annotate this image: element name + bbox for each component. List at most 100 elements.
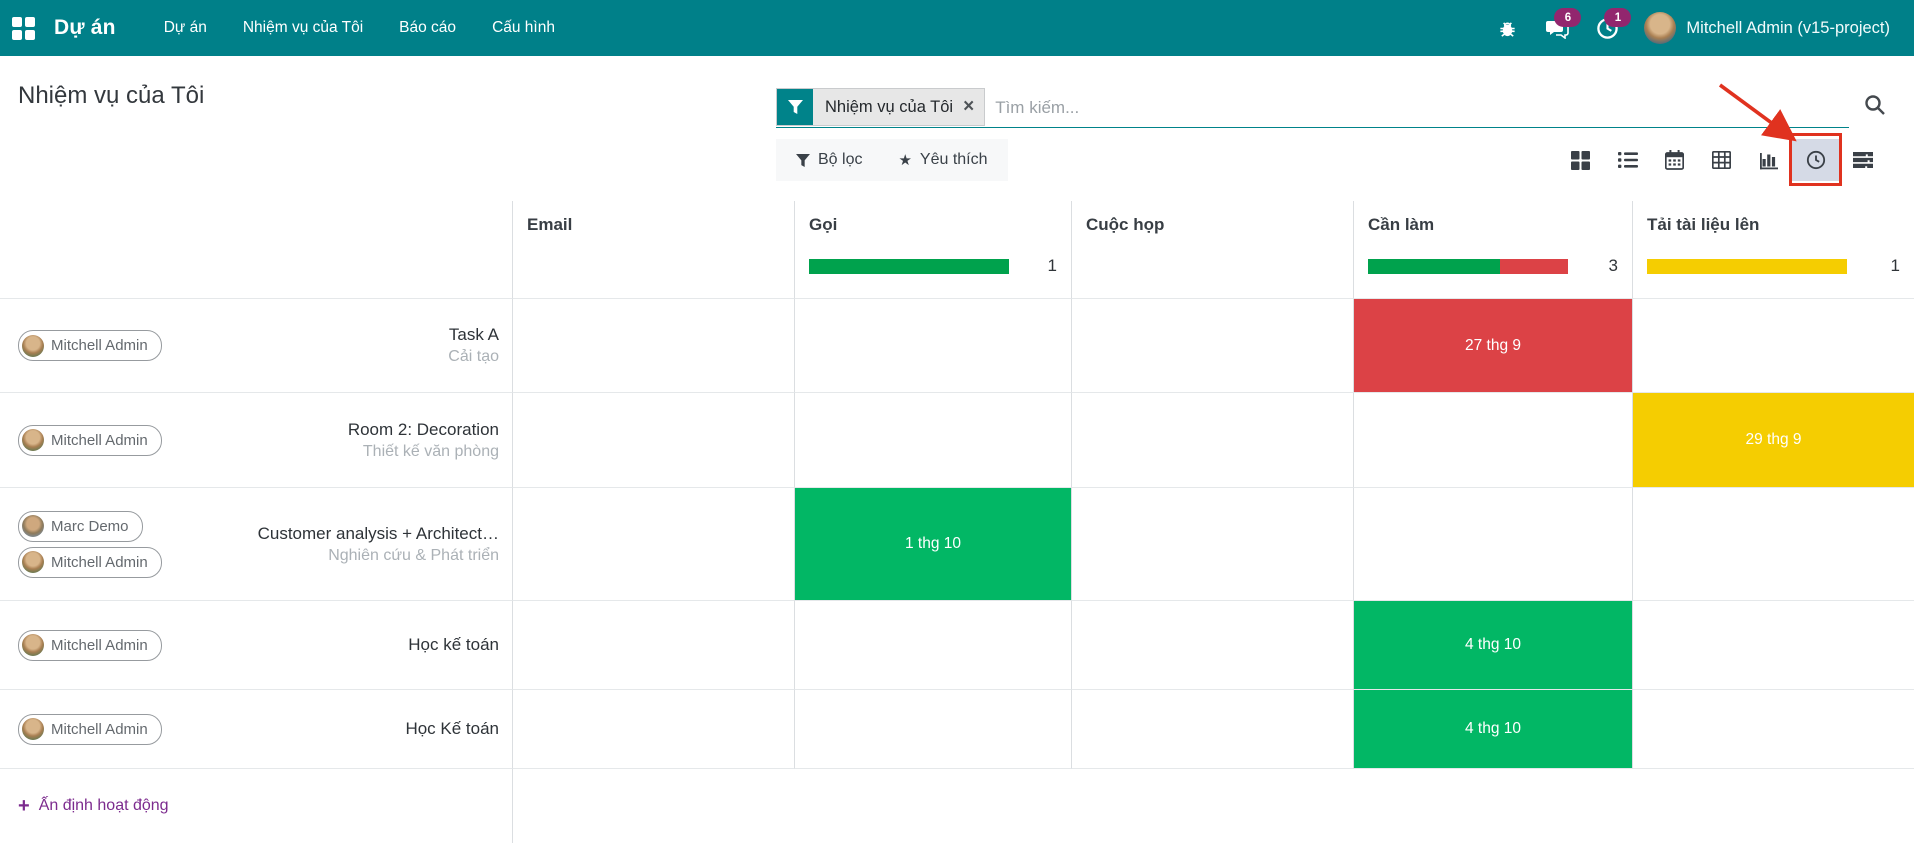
debug-bug-icon[interactable]: [1494, 15, 1520, 41]
schedule-activity-button[interactable]: + Ấn định hoạt động: [18, 796, 169, 816]
menu-item-my-tasks[interactable]: Nhiệm vụ của Tôi: [225, 0, 381, 56]
control-panel: Nhiệm vụ của Tôi Nhiệm vụ của Tôi × Bộ l…: [0, 56, 1914, 201]
pivot-view-button[interactable]: [1698, 139, 1745, 181]
activity-cell-empty: [1354, 393, 1633, 488]
top-navbar: Dự án Dự án Nhiệm vụ của Tôi Báo cáo Cấu…: [0, 0, 1914, 56]
activity-cell-empty: [513, 601, 795, 690]
activity-cell-empty: [1072, 488, 1354, 601]
app-window: Dự án Dự án Nhiệm vụ của Tôi Báo cáo Cấu…: [0, 0, 1914, 843]
page-title: Nhiệm vụ của Tôi: [18, 82, 204, 110]
calendar-icon: [1665, 150, 1684, 170]
column-header-upload: Tải tài liệu lên 1: [1633, 201, 1914, 299]
assignee-avatar: [22, 515, 44, 537]
schedule-activity-label: Ấn định hoạt động: [39, 797, 169, 815]
activity-cell-empty: [1633, 690, 1914, 769]
filter-toolbar: Bộ lọc ★ Yêu thích: [776, 139, 1008, 181]
count-upload: 1: [1883, 256, 1900, 276]
favorites-button[interactable]: ★ Yêu thích: [884, 139, 1001, 181]
assignee-pill: Mitchell Admin: [18, 714, 162, 745]
activity-cell-empty: [795, 690, 1072, 769]
task-title[interactable]: Customer analysis + Architect…: [258, 524, 499, 544]
assignee-pill: Marc Demo: [18, 511, 143, 542]
user-menu[interactable]: Mitchell Admin (v15-project): [1644, 12, 1890, 44]
favorites-button-label: Yêu thích: [920, 151, 988, 169]
progress-bar-todo: [1368, 259, 1568, 274]
filter-facet-icon: [777, 89, 813, 125]
activity-date-planned[interactable]: 4 thg 10: [1354, 690, 1632, 768]
row-header: Mitchell Admin Học Kế toán: [0, 690, 513, 769]
assignee-pill: Mitchell Admin: [18, 630, 162, 661]
activity-grid: Email Gọi 1 Cuộc họp Cần làm 3: [0, 201, 1914, 843]
search-icon[interactable]: [1864, 94, 1886, 121]
apps-grid-icon: [12, 17, 35, 40]
assignee-avatar: [22, 718, 44, 740]
task-title[interactable]: Học kế toán: [408, 635, 499, 655]
activity-view-button[interactable]: [1792, 139, 1839, 181]
list-icon: [1618, 151, 1638, 169]
assignee-avatar: [22, 335, 44, 357]
calendar-view-button[interactable]: [1651, 139, 1698, 181]
column-header-todo: Cần làm 3: [1354, 201, 1633, 299]
activities-clock-icon[interactable]: 1: [1594, 15, 1620, 41]
activity-cell: 29 thg 9: [1633, 393, 1914, 488]
search-facet-label: Nhiệm vụ của Tôi: [813, 89, 961, 125]
menu-item-configuration[interactable]: Cấu hình: [474, 0, 573, 56]
row-header: Mitchell Admin Học kế toán: [0, 601, 513, 690]
activity-date-today[interactable]: 29 thg 9: [1633, 393, 1914, 487]
filters-button-label: Bộ lọc: [818, 151, 862, 169]
column-header-email: Email: [513, 201, 795, 299]
activity-cell-empty: [1633, 601, 1914, 690]
task-title[interactable]: Room 2: Decoration: [348, 420, 499, 440]
activity-cell: 1 thg 10: [795, 488, 1072, 601]
task-title[interactable]: Task A: [449, 325, 499, 345]
task-project: Cải tạo: [448, 348, 499, 366]
count-call: 1: [1040, 256, 1057, 276]
task-project: Thiết kế văn phòng: [363, 443, 499, 461]
activity-date-overdue[interactable]: 27 thg 9: [1354, 299, 1632, 392]
list-view-button[interactable]: [1604, 139, 1651, 181]
column-header-meeting: Cuộc họp: [1072, 201, 1354, 299]
app-name[interactable]: Dự án: [54, 16, 116, 40]
filters-button[interactable]: Bộ lọc: [782, 139, 876, 181]
activity-cell-empty: [795, 299, 1072, 393]
activity-cell-empty: [1072, 299, 1354, 393]
activity-cell-empty: [513, 488, 795, 601]
activity-cell: 4 thg 10: [1354, 690, 1633, 769]
gantt-view-button[interactable]: [1839, 139, 1886, 181]
activity-cell-empty: [795, 601, 1072, 690]
gantt-icon: [1853, 151, 1873, 169]
row-header: Mitchell Admin Task A Cải tạo: [0, 299, 513, 393]
activity-cell-empty: [795, 393, 1072, 488]
assignee-avatar: [22, 634, 44, 656]
task-title[interactable]: Học Kế toán: [405, 719, 499, 739]
star-icon: ★: [898, 151, 911, 169]
assignee-pill: Mitchell Admin: [18, 425, 162, 456]
activity-cell-empty: [513, 690, 795, 769]
graph-view-button[interactable]: [1745, 139, 1792, 181]
apps-menu-button[interactable]: [0, 0, 46, 56]
search-bar: Nhiệm vụ của Tôi ×: [776, 82, 1849, 128]
kanban-view-button[interactable]: [1557, 139, 1604, 181]
task-project: Nghiên cứu & Phát triển: [328, 547, 499, 565]
activity-cell-empty: [513, 299, 795, 393]
activity-cell-empty: [1633, 299, 1914, 393]
activity-cell-empty: [1354, 488, 1633, 601]
activity-cell: 27 thg 9: [1354, 299, 1633, 393]
search-facet[interactable]: Nhiệm vụ của Tôi ×: [776, 88, 985, 126]
messages-icon[interactable]: 6: [1544, 15, 1570, 41]
column-header-call: Gọi 1: [795, 201, 1072, 299]
user-name: Mitchell Admin (v15-project): [1686, 19, 1890, 38]
activity-cell-empty: [1072, 690, 1354, 769]
row-header: Mitchell Admin Room 2: Decoration Thiết …: [0, 393, 513, 488]
activity-cell-empty: [1633, 488, 1914, 601]
activity-cell: 4 thg 10: [1354, 601, 1633, 690]
grid-footer: + Ấn định hoạt động: [0, 769, 513, 843]
activity-date-planned[interactable]: 4 thg 10: [1354, 601, 1632, 689]
menu-item-reporting[interactable]: Báo cáo: [381, 0, 474, 56]
user-avatar: [1644, 12, 1676, 44]
search-input[interactable]: [985, 98, 1849, 126]
menu-item-project[interactable]: Dự án: [146, 0, 225, 56]
activity-date-planned[interactable]: 1 thg 10: [795, 488, 1071, 600]
assignee-pill: Mitchell Admin: [18, 547, 162, 578]
facet-remove-icon[interactable]: ×: [961, 89, 984, 125]
